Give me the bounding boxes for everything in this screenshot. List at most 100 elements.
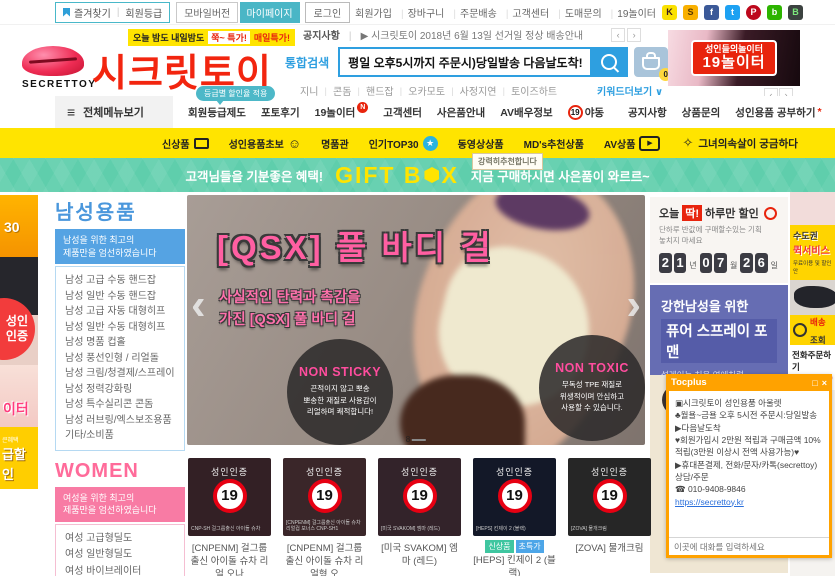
nav-notice[interactable]: 공지사항 (628, 105, 667, 120)
topbar-right: 마이페이지 로그인 회원가입 장바구니 주문배송 고객센터 도매문의 19놀이터… (240, 2, 803, 23)
login-button[interactable]: 로그인 (305, 2, 351, 23)
sidebar-women-title[interactable]: WOMEN (55, 460, 185, 483)
grade-tooltip: 등급별 할인율 적용 (196, 86, 275, 101)
chat-titlebar: Tocplus □ × (669, 374, 829, 391)
product-name: [ZOVA] 물개크림 (568, 542, 651, 555)
chat-close-icon[interactable]: × (822, 378, 827, 388)
cat-new-products[interactable]: 신상품 (162, 136, 209, 151)
sidebar-item[interactable]: 남성 특수실리콘 콘돔 (65, 397, 175, 413)
sidebar-item[interactable]: 남성 고급 자동 대형히프 (65, 304, 175, 320)
naver-band-icon[interactable]: B (788, 5, 803, 20)
sidebar-men-title[interactable]: 남성용품 (55, 196, 185, 225)
promo-spray-banner[interactable]: 강한남성을 위한 퓨어 스프레이 포맨 설레이는 처음 연애처럼 (650, 285, 788, 375)
promo-today-title: 오늘 딱! 하루만 할인 (659, 205, 779, 221)
sparkle-icon: ✧ (682, 135, 693, 151)
motorcycle-image (790, 280, 835, 315)
left-edge-banner-lips[interactable]: 이터 (0, 365, 38, 427)
new-product-badge: 신상품 (485, 540, 513, 553)
nav-av-actress[interactable]: AV배우정보 (500, 105, 552, 120)
nav-playground19[interactable]: 19놀이터 N (315, 105, 369, 120)
member-grade-link[interactable]: 회원등급 (125, 5, 162, 20)
playground19-link[interactable]: 19놀이터 (607, 5, 656, 20)
cat-luxury[interactable]: 명품관 (321, 136, 349, 151)
order-delivery-link[interactable]: 주문배송 (449, 5, 496, 20)
sidebar-item[interactable]: 기타/소비품 (65, 428, 175, 444)
kakao-talk-icon[interactable]: K (662, 5, 677, 20)
nav-customer-center[interactable]: 고객센터 (383, 105, 422, 120)
customer-center-link[interactable]: 고객센터 (502, 5, 549, 20)
sidebar-item[interactable]: 남성 일반 수동 핸드잡 (65, 289, 175, 305)
nav-adult-video[interactable]: 19 야동 (568, 105, 604, 120)
product-badges: 신상품 초특가 (473, 540, 556, 553)
sidebar-men-list: 남성 고급 수동 핸드잡 남성 일반 수동 핸드잡 남성 고급 자동 대형히프 … (55, 266, 185, 451)
nav-product-inquiry[interactable]: 상품문의 (682, 105, 721, 120)
nav-gift-info[interactable]: 사은품안내 (437, 105, 485, 120)
sidebar-item[interactable]: 여성 고급형딜도 (65, 531, 175, 548)
delivery-check-banner[interactable]: 배송 조회 (790, 315, 835, 345)
cat-beginner[interactable]: 성인용품초보 ☺ (229, 136, 301, 151)
product-card[interactable]: 성인인증 19 [HEPS] 킨제이 2 (블랙) 신상품 초특가 [HEPS]… (473, 458, 556, 576)
cart-link[interactable]: 장바구니 (397, 5, 444, 20)
search-button[interactable] (590, 47, 628, 77)
cat-video-products[interactable]: 동영상상품 (458, 136, 504, 151)
sidebar-item[interactable]: 남성 풍선인형 / 리얼돌 (65, 351, 175, 367)
gift-banner[interactable]: 고객님들을 기분좋은 혜택! GIFT B X 지금 구매하시면 사은품이 와르… (0, 158, 835, 192)
nav-study[interactable]: 성인용품 공부하기 * (735, 105, 821, 120)
notice-next-button[interactable]: › (627, 28, 641, 42)
recommend-tooltip: 강력히추천합니다 (472, 153, 543, 170)
sidebar-item[interactable]: 남성 고급 수동 핸드잡 (65, 273, 175, 289)
kakao-story-icon[interactable]: S (683, 5, 698, 20)
tagline-daily: 매일특가! (254, 31, 290, 44)
logo-english: SECRETTOY (22, 79, 96, 90)
cat-curious-link[interactable]: 그녀의속살이 궁금하다 (698, 136, 798, 151)
cart-button[interactable]: 0 (634, 47, 668, 77)
sidebar-item[interactable]: 여성 바이브레이터 (65, 564, 175, 576)
favorites-grade-box[interactable]: 즐겨찾기 회원등급 (55, 2, 170, 23)
nav-member-grade[interactable]: 회원등급제도 (188, 105, 246, 120)
cat-av-products[interactable]: AV상품 ▶ (604, 136, 661, 151)
sidebar-item[interactable]: 남성 정력강화링 (65, 382, 175, 398)
sidebar-item[interactable]: 여성 일반형딜도 (65, 547, 175, 564)
all-menu-button[interactable]: ≡ 전체메뉴보기 (55, 96, 173, 128)
chat-link[interactable]: https://secrettoy.kr (675, 497, 744, 507)
naver-blog-icon[interactable]: b (767, 5, 782, 20)
mypage-button[interactable]: 마이페이지 (240, 2, 300, 23)
notice-label[interactable]: 공지사항 (303, 27, 361, 42)
wholesale-link[interactable]: 도매문의 (554, 5, 601, 20)
sidebar-item[interactable]: 남성 러브링/엑스보조용품 (65, 413, 175, 429)
hero-subtitle: 사실적인 탄력과 촉감을 가진 [QSX] 풀 바디 걸 (219, 287, 360, 332)
search-input[interactable] (338, 47, 590, 77)
facebook-icon[interactable]: f (704, 5, 719, 20)
hero-next-arrow[interactable]: › (626, 283, 641, 327)
sidebar-item[interactable]: 남성 명품 컵홀 (65, 335, 175, 351)
age-19-badge: 19 (403, 479, 437, 513)
pinterest-icon[interactable]: P (746, 5, 761, 20)
hero-prev-arrow[interactable]: ‹ (191, 283, 206, 327)
new-badge: N (357, 102, 368, 113)
twitter-icon[interactable]: t (725, 5, 740, 20)
sidebar-item[interactable]: 남성 크림/청결제/스프레이 (65, 366, 175, 382)
chat-input[interactable] (669, 537, 829, 555)
header-ad-banner[interactable]: 성인들의놀이터 19놀이터 (668, 30, 800, 86)
product-card[interactable]: 성인인증 19 [ZOVA] 물개크림 [ZOVA] 물개크림 (568, 458, 651, 576)
left-edge-banner-top[interactable]: 30 (0, 195, 38, 257)
product-card[interactable]: 성인인증 19 [미국 SVAKOM] 엠마 (레드) [미국 SVAKOM] … (378, 458, 461, 576)
product-card[interactable]: 성인인증 19 [CNPENM] 걸그룹출신 아이돌 슈차 리얼컵 보너스 CN… (283, 458, 366, 576)
signup-link[interactable]: 회원가입 (355, 5, 392, 20)
search-label: 통합검색 (285, 54, 329, 71)
cat-md-recommend[interactable]: MD's추천상품 (524, 136, 584, 151)
nav-photo-review[interactable]: 포토후기 (261, 105, 300, 120)
left-edge-banner-sale[interactable]: 큰혜택 급할인 (0, 427, 38, 489)
notice-prev-button[interactable]: ‹ (611, 28, 625, 42)
product-name: [HEPS] 킨제이 2 (블랙) (473, 554, 556, 576)
product-card[interactable]: 성인인증 19 CNP-SH 걸그룹출신 아이돌 슈차 [CNPENM] 걸그룹… (188, 458, 271, 576)
promo-today-sale[interactable]: 오늘 딱! 하루만 할인 단하루 반값에 구매할수있는 기획 놓치지 마세요 2… (650, 197, 788, 283)
notice-text[interactable]: ▶ 시크릿토이 2018년 6월 13일 선거일 정상 배송안내 (361, 27, 583, 42)
hero-banner[interactable]: [QSX] 풀 바디 걸 사실적인 탄력과 촉감을 가진 [QSX] 풀 바디 … (187, 195, 645, 445)
quick-service-banner[interactable]: 수도권 퀵서비스 무료이용 및 할인안 (790, 225, 835, 280)
chat-minimize-icon[interactable]: □ (812, 378, 817, 388)
mobile-version-button[interactable]: 모바일버전 (176, 2, 238, 23)
favorites-link[interactable]: 즐겨찾기 (74, 5, 111, 20)
cat-top30[interactable]: 인기TOP30 ★ (369, 136, 438, 151)
sidebar-item[interactable]: 남성 일반 수동 대형히프 (65, 320, 175, 336)
